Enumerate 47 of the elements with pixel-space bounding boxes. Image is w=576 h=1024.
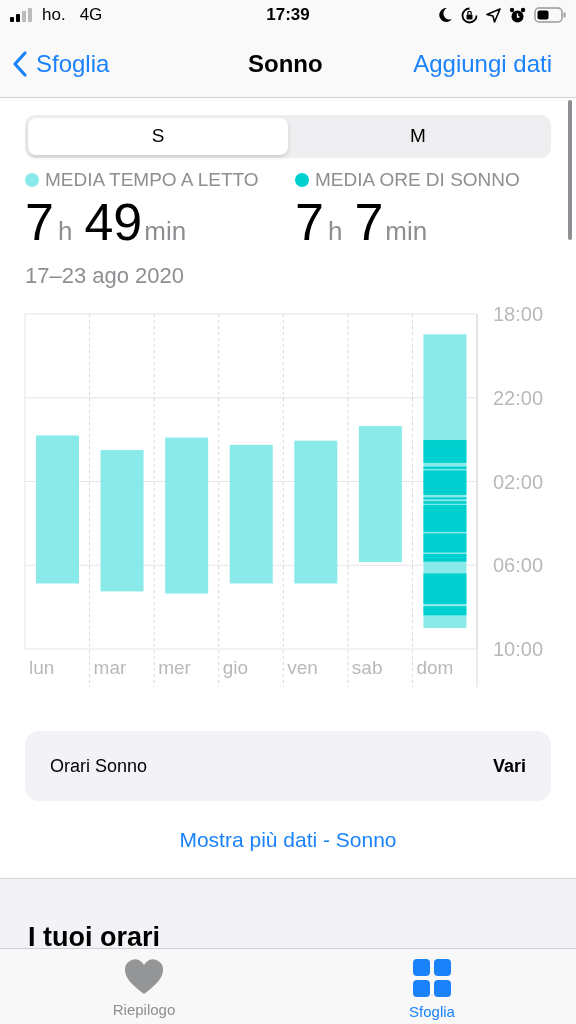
segment-tab[interactable]: S [28,118,288,155]
axis-label: mar [93,657,127,678]
stat-minutes: 7 [354,196,384,248]
stat-unit: min [385,215,428,248]
axis-label: dom [416,657,454,678]
axis-label: 22:00 [493,386,544,409]
axis-label: 06:00 [493,554,544,577]
date-range: 17–23 ago 2020 [25,263,186,289]
stat-unit: h [57,215,73,248]
back-button[interactable]: Sfoglia [12,45,110,82]
axis-label: mer [158,657,191,678]
stat-hours: 7 [295,196,324,248]
stat-label: MEDIA ORE DI SONNO [315,168,520,192]
sleep-bar [423,440,467,463]
card-value: Vari [492,754,526,778]
stat-unit: h [327,215,343,248]
schedule-card[interactable]: Orari Sonno Vari [25,731,551,801]
heart-icon [124,959,164,995]
more-data-link[interactable]: Mostra più dati - Sonno [179,823,397,856]
axis-label: 10:00 [493,638,544,660]
rotation-lock-icon [461,6,478,24]
nav-title: Sonno [248,48,323,79]
card-label: Orari Sonno [50,754,148,778]
network-type: 4G [79,4,103,27]
tab-item[interactable]: Sfoglia [288,949,576,1024]
alarm-icon [509,6,526,24]
axis-label: gio [222,657,249,678]
sleep-bar [423,573,467,604]
axis-label: lun [29,657,55,678]
location-icon [486,7,501,23]
status-time: 17:39 [265,4,311,27]
sleep-bar [423,606,467,616]
axis-label: ven [287,657,318,678]
stat-unit: min [144,215,187,248]
battery-icon [534,7,566,23]
stat-label: MEDIA TEMPO A LETTO [45,168,259,192]
add-data-button[interactable]: Aggiungi dati [413,45,552,82]
grid-icon [413,959,451,997]
carrier-name: ho. [42,4,66,27]
axis-label: 18:00 [493,303,544,325]
axis-label: 02:00 [493,470,544,493]
segment-tab[interactable]: M [288,118,548,155]
stat-minutes: 49 [84,196,143,248]
stat-hours: 7 [25,196,54,248]
axis-label: sab [351,657,383,678]
chevron-left-icon [12,49,28,78]
moon-icon [437,7,453,23]
